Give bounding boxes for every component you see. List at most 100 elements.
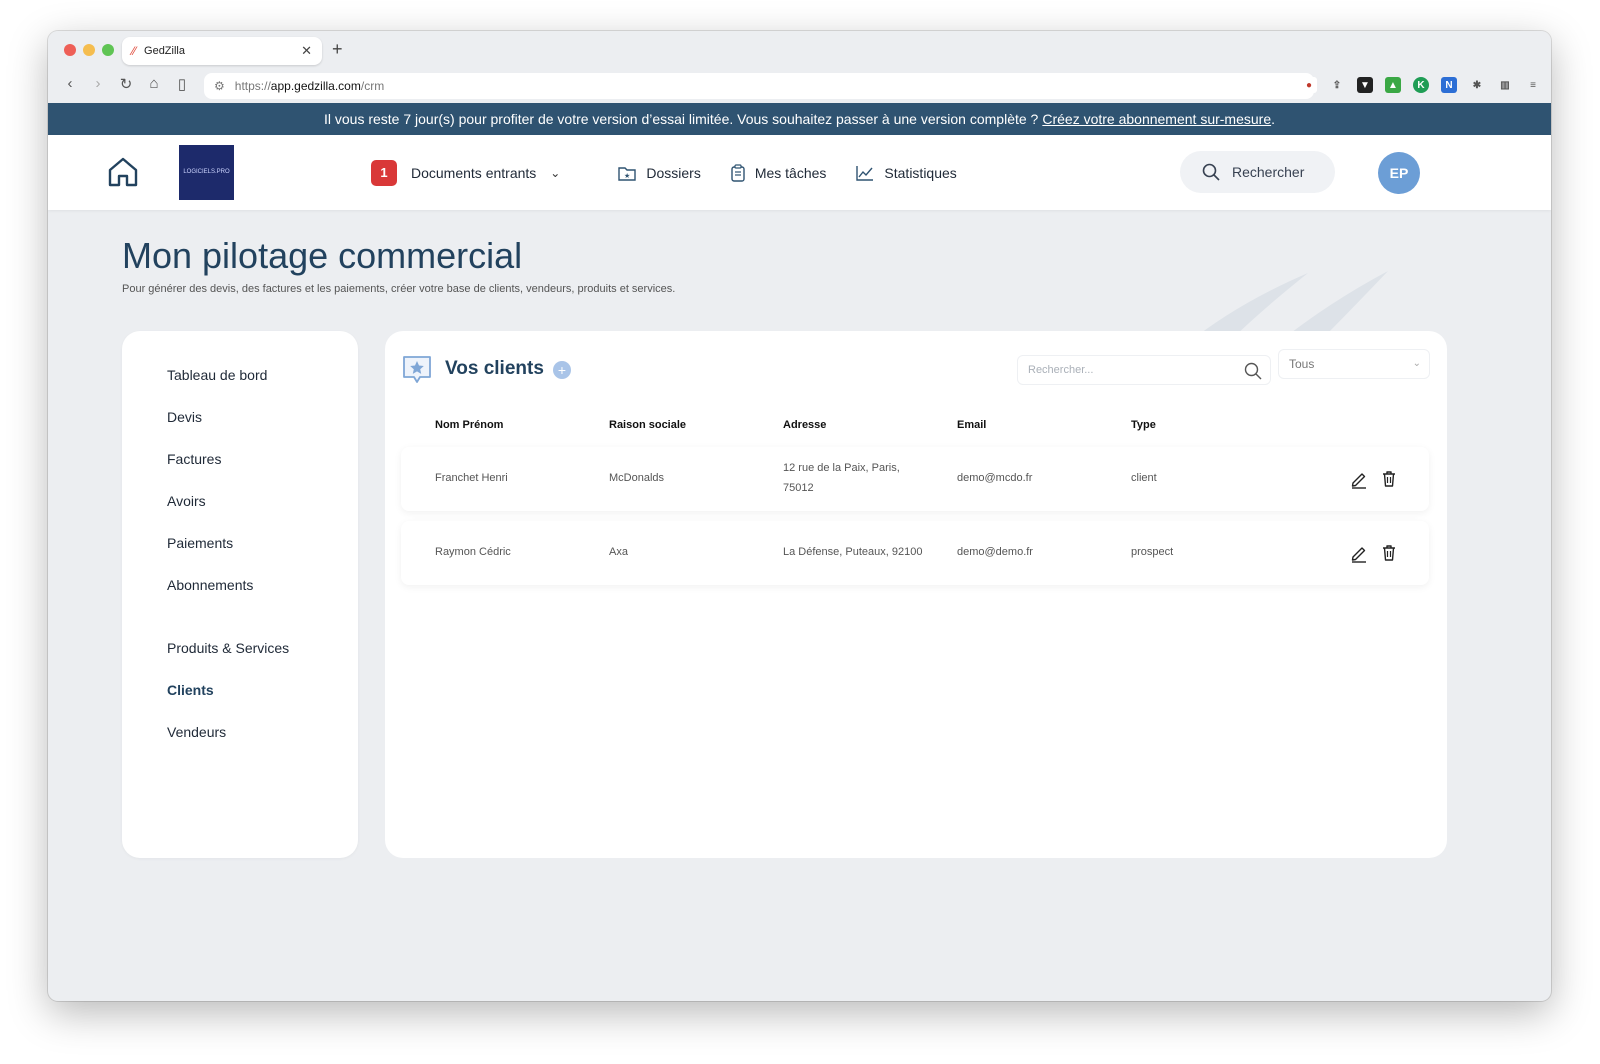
clipboard-icon [731, 163, 745, 182]
trash-icon[interactable] [1379, 469, 1399, 489]
app-header: LOGICIELS.PRO 1 Documents entrants ⌄ ★ D… [48, 135, 1551, 210]
nav-taches-label: Mes tâches [754, 164, 827, 181]
extension-new-icon[interactable]: N [1441, 77, 1457, 93]
home-icon[interactable]: ⌂ [140, 75, 168, 93]
clients-card: Vos clients + Rechercher... Tous ⌄ Nom P… [385, 331, 1447, 858]
brave-shield-icon[interactable]: ▼ [1357, 77, 1373, 93]
column-header-email[interactable]: Email [957, 419, 986, 431]
close-window-button[interactable] [64, 44, 76, 56]
column-header-nom[interactable]: Nom Prénom [435, 419, 503, 431]
client-company: Axa [609, 546, 628, 558]
clients-title: Vos clients [445, 358, 544, 379]
table-row[interactable]: Franchet Henri McDonalds 12 rue de la Pa… [401, 447, 1429, 511]
extensions-puzzle-icon[interactable]: ✱ [1469, 77, 1485, 93]
browser-window: ⁄⁄ GedZilla ✕ + ‹ › ↻ ⌂ ▯ ⚙ https://app.… [48, 31, 1551, 1001]
client-type-filter[interactable]: Tous ⌄ [1278, 349, 1430, 379]
reload-icon[interactable]: ↻ [112, 75, 140, 93]
site-settings-icon[interactable]: ⚙ [214, 79, 225, 93]
bookmark-icon[interactable]: ▯ [168, 75, 196, 93]
sidebar-item-clients[interactable]: Clients [167, 682, 214, 698]
table-row[interactable]: Raymon Cédric Axa La Défense, Puteaux, 9… [401, 521, 1429, 585]
page-title: Mon pilotage commercial [122, 235, 523, 276]
nav-statistiques[interactable]: Statistiques [856, 164, 957, 181]
search-icon [1202, 163, 1220, 181]
client-address: 12 rue de la Paix, Paris, 75012 [783, 459, 900, 499]
client-type: prospect [1131, 546, 1174, 558]
sidebar-item-factures[interactable]: Factures [167, 451, 221, 467]
menu-icon[interactable]: ≡ [1525, 77, 1541, 93]
add-client-button[interactable]: + [553, 361, 571, 379]
extension-toolbar: ● ⇪ ▼ ▲ K N ✱ ▥ ≡ [1301, 77, 1541, 93]
clients-search-placeholder: Rechercher... [1028, 364, 1094, 376]
client-address-line1: 12 rue de la Paix, Paris, [783, 462, 900, 474]
window-controls [64, 44, 114, 56]
trial-banner: Il vous reste 7 jour(s) pour profiter de… [48, 103, 1551, 135]
sidebar-item-vendeurs[interactable]: Vendeurs [167, 724, 226, 740]
tab-bar: ⁄⁄ GedZilla ✕ + [48, 31, 1551, 69]
global-search-button[interactable]: Rechercher [1180, 151, 1335, 193]
browser-tab[interactable]: ⁄⁄ GedZilla ✕ [122, 37, 322, 65]
subscribe-link[interactable]: Créez votre abonnement sur-mesure [1042, 111, 1271, 127]
filter-value: Tous [1289, 357, 1315, 371]
client-address: La Défense, Puteaux, 92100 [783, 543, 922, 563]
url-prefix: https:// [234, 79, 271, 93]
new-tab-icon[interactable]: + [332, 39, 343, 60]
address-bar[interactable]: ⚙ https://app.gedzilla.com/crm [204, 73, 1314, 99]
clients-star-icon [403, 356, 431, 383]
nav-mes-taches[interactable]: Mes tâches [731, 163, 827, 182]
edit-icon[interactable] [1349, 543, 1369, 563]
client-type: client [1131, 472, 1157, 484]
shields-blocked-icon[interactable]: ● [1301, 77, 1317, 93]
client-email: demo@mcdo.fr [957, 472, 1033, 484]
client-name: Raymon Cédric [435, 546, 511, 558]
minimize-window-button[interactable] [83, 44, 95, 56]
sidebar-item-abonnements[interactable]: Abonnements [167, 577, 253, 593]
url-host: app.gedzilla.com [270, 79, 361, 93]
client-email: demo@demo.fr [957, 546, 1033, 558]
nav-documents-entrants[interactable]: 1 Documents entrants ⌄ [371, 159, 560, 186]
trash-icon[interactable] [1379, 543, 1399, 563]
nav-dossiers-label: Dossiers [646, 164, 701, 181]
main-nav: 1 Documents entrants ⌄ ★ Dossiers Mes tâ… [371, 135, 987, 210]
gedzilla-favicon-icon: ⁄⁄ [132, 44, 137, 58]
documents-count-badge: 1 [371, 159, 397, 186]
folder-icon: ★ [618, 166, 637, 181]
sidebar-item-devis[interactable]: Devis [167, 409, 202, 425]
sidebar-item-paiements[interactable]: Paiements [167, 535, 233, 551]
nav-stats-label: Statistiques [884, 164, 957, 181]
extension-k-icon[interactable]: K [1413, 77, 1429, 93]
extension-green-icon[interactable]: ▲ [1385, 77, 1401, 93]
chart-line-icon [856, 165, 874, 181]
svg-text:★: ★ [624, 172, 630, 180]
sidebar-item-produits-services[interactable]: Produits & Services [167, 640, 289, 656]
sidebar-toggle-icon[interactable]: ▥ [1497, 77, 1513, 93]
chevron-down-icon: ⌄ [1412, 358, 1421, 369]
tab-title: GedZilla [144, 45, 185, 57]
user-avatar[interactable]: EP [1378, 152, 1420, 194]
edit-icon[interactable] [1349, 469, 1369, 489]
maximize-window-button[interactable] [102, 44, 114, 56]
banner-text: Il vous reste 7 jour(s) pour profiter de… [323, 111, 1039, 127]
forward-icon[interactable]: › [84, 75, 112, 93]
column-header-adresse[interactable]: Adresse [783, 419, 826, 431]
company-logo[interactable]: LOGICIELS.PRO [179, 145, 234, 200]
nav-dossiers[interactable]: ★ Dossiers [618, 164, 701, 181]
url-path: /crm [360, 79, 385, 93]
nav-documents-label: Documents entrants [411, 164, 537, 181]
column-header-type[interactable]: Type [1131, 419, 1156, 431]
search-icon[interactable] [1244, 362, 1262, 380]
navigation-bar: ‹ › ↻ ⌂ ▯ ⚙ https://app.gedzilla.com/crm… [48, 69, 1551, 103]
sidebar-item-avoirs[interactable]: Avoirs [167, 493, 206, 509]
crm-sidebar: Tableau de bord Devis Factures Avoirs Pa… [122, 331, 358, 858]
client-company: McDonalds [609, 472, 665, 484]
logo-text: LOGICIELS.PRO [183, 168, 230, 175]
clients-search-input[interactable]: Rechercher... [1017, 355, 1271, 385]
close-tab-icon[interactable]: ✕ [301, 43, 312, 59]
home-icon[interactable] [106, 155, 140, 189]
sidebar-item-tableau-de-bord[interactable]: Tableau de bord [167, 367, 267, 383]
column-header-raison-sociale[interactable]: Raison sociale [609, 419, 686, 431]
back-icon[interactable]: ‹ [56, 75, 84, 93]
share-icon[interactable]: ⇪ [1329, 77, 1345, 93]
page-subtitle: Pour générer des devis, des factures et … [122, 283, 676, 295]
banner-suffix: . [1271, 111, 1276, 127]
